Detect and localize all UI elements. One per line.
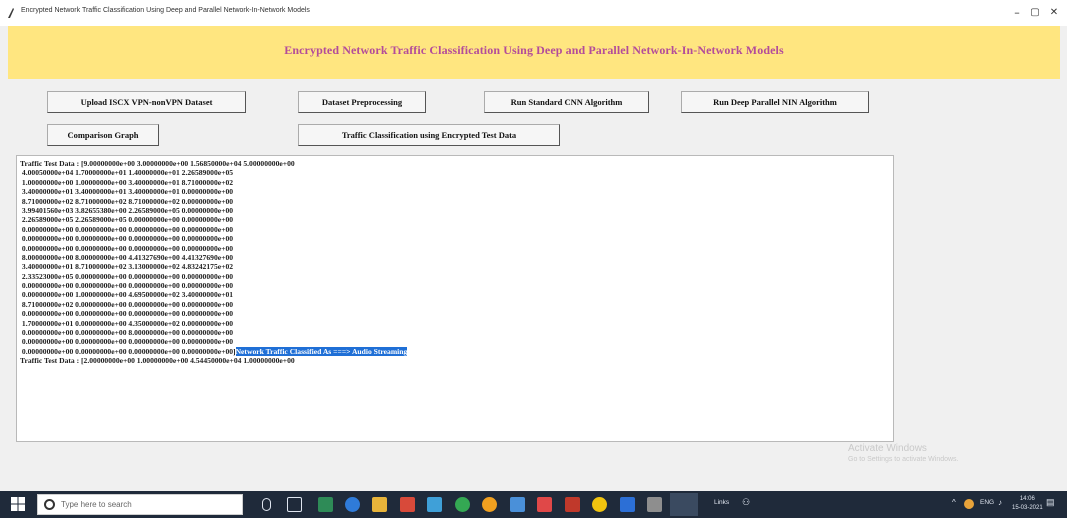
output-line: 3.99401560e+03 3.82655380e+00 2.26589000… [20, 205, 234, 215]
output-line: 8.71000000e+02 8.71000000e+02 8.71000000… [20, 196, 234, 206]
comparison-graph-button[interactable]: Comparison Graph [47, 124, 159, 146]
edge-browser-icon[interactable] [345, 497, 360, 512]
search-icon [44, 499, 55, 510]
notification-icon[interactable]: ▤ [1046, 497, 1055, 508]
powerpoint-icon[interactable] [537, 497, 552, 512]
upload-dataset-button[interactable]: Upload ISCX VPN-nonVPN Dataset [47, 91, 246, 113]
app-header: Encrypted Network Traffic Classification… [8, 26, 1060, 79]
taskbar: Type here to search Links ⚇ ^ ENG ♪ 14:0… [0, 491, 1067, 518]
output-line: 1.70000000e+01 0.00000000e+00 4.35000000… [20, 318, 234, 328]
output-line-result: 0.00000000e+00 0.00000000e+00 0.00000000… [20, 346, 893, 356]
output-line: Traffic Test Data : [9.00000000e+00 3.00… [20, 159, 295, 168]
output-line: 0.00000000e+00 0.00000000e+00 0.00000000… [20, 224, 234, 234]
pinned-app-icon[interactable] [318, 497, 333, 512]
file-explorer-icon[interactable] [372, 497, 387, 512]
feather-app-icon [8, 8, 14, 18]
task-view-icon[interactable] [287, 497, 302, 512]
output-line: 0.00000000e+00 1.00000000e+00 4.69500000… [20, 290, 234, 300]
output-line: 0.00000000e+00 0.00000000e+00 0.00000000… [20, 309, 234, 319]
microphone-icon[interactable] [262, 498, 271, 511]
word-icon[interactable] [620, 497, 635, 512]
output-text-area[interactable]: Traffic Test Data : [9.00000000e+00 3.00… [16, 155, 894, 442]
output-line: 3.40000000e+01 8.71000000e+02 3.13000000… [20, 262, 234, 272]
search-placeholder: Type here to search [61, 500, 132, 509]
output-line-prefix: 0.00000000e+00 0.00000000e+00 0.00000000… [20, 346, 236, 356]
output-line: 8.00000000e+00 8.00000000e+00 4.41327690… [20, 252, 234, 262]
dataset-preprocessing-button[interactable]: Dataset Preprocessing [298, 91, 426, 113]
clock-date: 15-03-2021 [1012, 505, 1043, 511]
traffic-classification-button[interactable]: Traffic Classification using Encrypted T… [298, 124, 560, 146]
volume-icon[interactable]: ♪ [998, 498, 1002, 507]
watermark-title: Activate Windows [848, 443, 927, 454]
window-titlebar: Encrypted Network Traffic Classification… [0, 0, 1067, 26]
windows-start-icon[interactable] [11, 497, 25, 511]
tray-links[interactable]: Links [714, 499, 729, 506]
window-title: Encrypted Network Traffic Classification… [21, 7, 310, 14]
chrome-icon[interactable] [455, 497, 470, 512]
active-app-icon[interactable] [670, 493, 698, 516]
pinned-app-icon[interactable] [400, 497, 415, 512]
pinned-app-icon[interactable] [427, 497, 442, 512]
page-title: Encrypted Network Traffic Classification… [284, 43, 784, 57]
run-nin-button[interactable]: Run Deep Parallel NIN Algorithm [681, 91, 869, 113]
output-line: 8.71000000e+02 0.00000000e+00 0.00000000… [20, 299, 234, 309]
pinned-app-icon[interactable] [482, 497, 497, 512]
output-line: 3.40000000e+01 3.40000000e+01 3.40000000… [20, 187, 234, 197]
output-line: 0.00000000e+00 0.00000000e+00 0.00000000… [20, 234, 234, 244]
pinned-app-icon[interactable] [592, 497, 607, 512]
output-line: Traffic Test Data : [2.00000000e+00 1.00… [20, 356, 295, 366]
output-text: Traffic Test Data : [9.00000000e+00 3.00… [17, 156, 893, 366]
output-line: 1.00000000e+00 1.00000000e+00 3.40000000… [20, 177, 234, 187]
chevron-up-icon[interactable]: ^ [952, 498, 956, 507]
tray-eng[interactable]: ENG [980, 499, 994, 506]
close-button[interactable]: ✕ [1041, 3, 1067, 23]
output-line: 0.00000000e+00 0.00000000e+00 0.00000000… [20, 243, 234, 253]
run-cnn-button[interactable]: Run Standard CNN Algorithm [484, 91, 649, 113]
taskbar-clock[interactable]: 14:06 15-03-2021 [1012, 495, 1043, 513]
output-line: 0.00000000e+00 0.00000000e+00 8.00000000… [20, 328, 234, 338]
tray-app-icon[interactable] [964, 499, 974, 509]
watermark-subtitle: Go to Settings to activate Windows. [848, 456, 959, 463]
pinned-app-icon[interactable] [510, 497, 525, 512]
output-line: 0.00000000e+00 0.00000000e+00 0.00000000… [20, 337, 234, 347]
output-line: 4.00050000e+04 1.70000000e+01 1.40000000… [20, 168, 234, 178]
output-line: 2.26589000e+05 2.26589000e+05 0.00000000… [20, 215, 234, 225]
pinned-app-icon[interactable] [565, 497, 580, 512]
activate-windows-watermark: Activate Windows Go to Settings to activ… [848, 443, 959, 463]
output-line: 0.00000000e+00 0.00000000e+00 0.00000000… [20, 281, 234, 291]
clock-time: 14:06 [1019, 496, 1035, 502]
output-line: 2.33523000e+05 0.00000000e+00 0.00000000… [20, 271, 234, 281]
people-icon[interactable]: ⚇ [742, 497, 750, 508]
taskbar-search-box[interactable]: Type here to search [37, 494, 243, 515]
pinned-app-icon[interactable] [647, 497, 662, 512]
classification-result-selected: Network Traffic Classified As ===> Audio… [235, 346, 408, 356]
